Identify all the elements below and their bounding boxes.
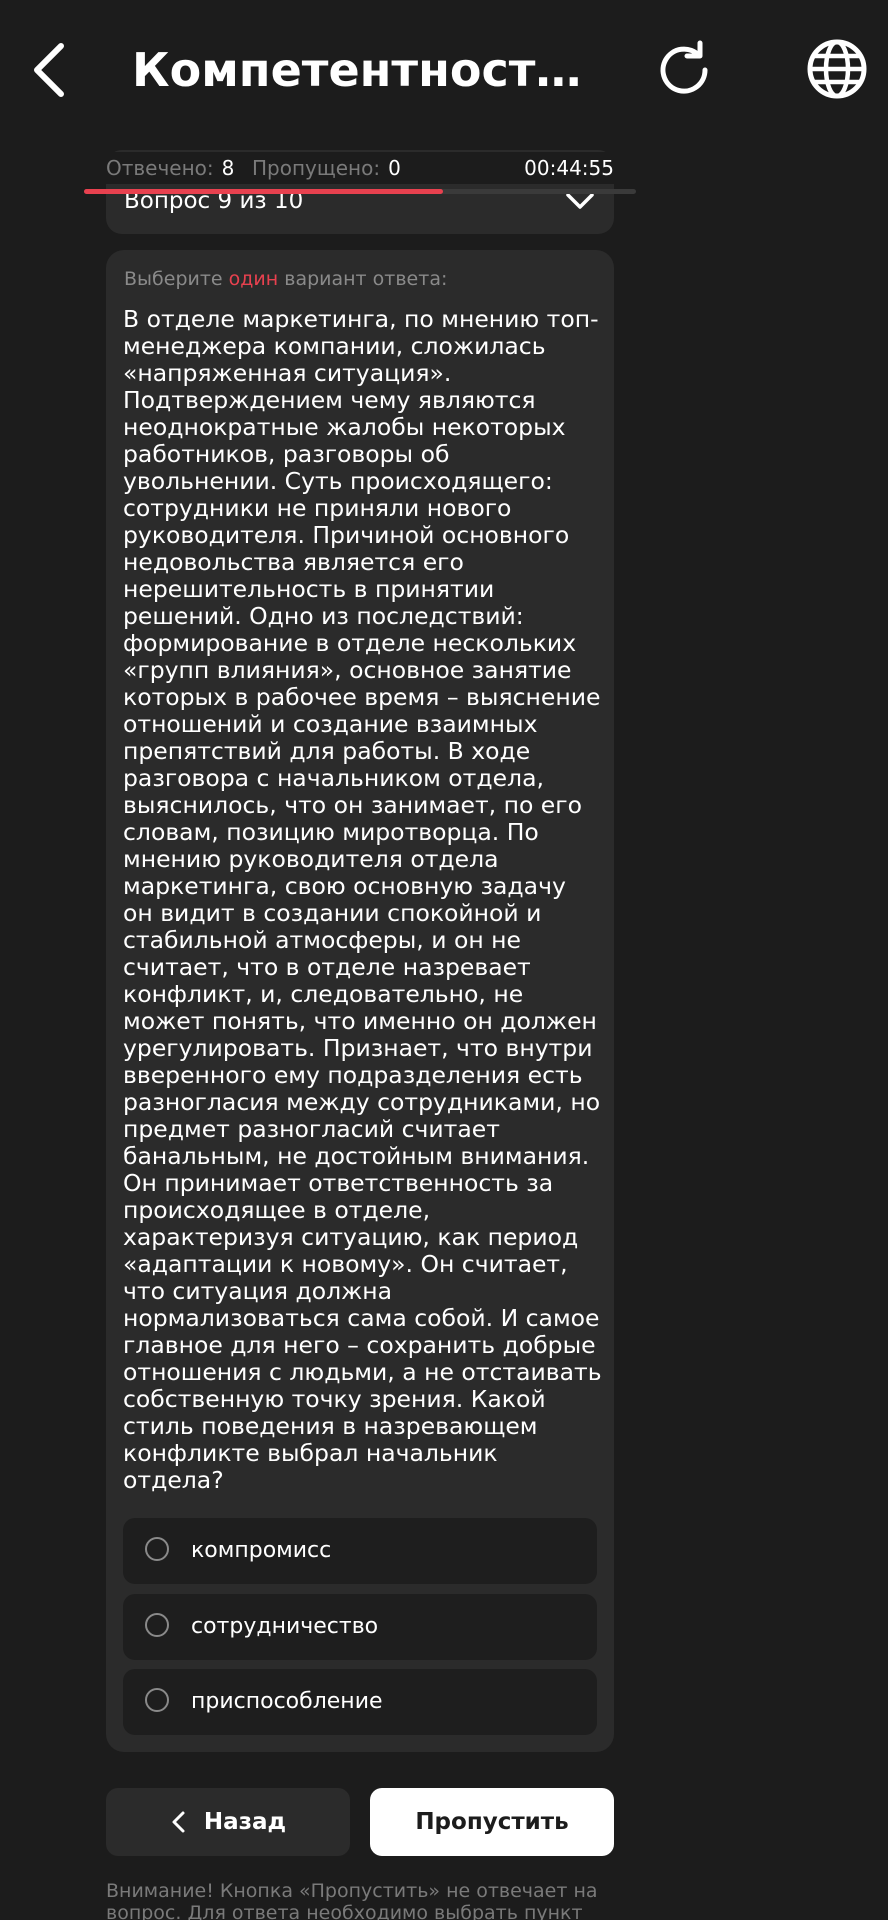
timer: 00:44:55 bbox=[524, 156, 614, 180]
skip-button-label: Пропустить bbox=[415, 1809, 569, 1835]
question-card: Выберите один вариант ответа: В отделе м… bbox=[106, 250, 614, 1752]
answer-option-label: компромисс bbox=[191, 1538, 332, 1563]
progress-stats: Отвечено: 8 Пропущено: 0 00:44:55 bbox=[106, 152, 614, 184]
skipped-label: Пропущено: bbox=[252, 156, 381, 180]
question-text: В отделе маркетинга, по мнению топ-менед… bbox=[123, 305, 602, 1494]
instruction-accent: один bbox=[228, 268, 279, 290]
radio-icon[interactable] bbox=[145, 1688, 169, 1712]
skip-button[interactable]: Пропустить bbox=[370, 1788, 614, 1856]
progress-bar-fill bbox=[84, 189, 443, 194]
page-title: Компетентностны... bbox=[132, 43, 592, 97]
test-screen: Компетентностны... Вопрос 9 из 10 Отв bbox=[0, 0, 888, 1920]
chevron-left-icon bbox=[172, 1811, 185, 1833]
answer-option[interactable]: приспособление bbox=[123, 1669, 597, 1735]
answer-option-label: сотрудничество bbox=[191, 1614, 379, 1639]
globe-icon bbox=[807, 39, 867, 99]
refresh-button[interactable] bbox=[644, 30, 724, 110]
language-button[interactable] bbox=[796, 28, 878, 110]
radio-icon[interactable] bbox=[145, 1537, 169, 1561]
refresh-icon bbox=[660, 40, 708, 94]
answer-option[interactable]: сотрудничество bbox=[123, 1594, 597, 1660]
radio-icon[interactable] bbox=[145, 1613, 169, 1637]
answered-label: Отвечено: bbox=[106, 156, 214, 180]
skipped-stat: Пропущено: 0 bbox=[252, 152, 401, 184]
instruction-prefix: Выберите bbox=[124, 268, 229, 290]
answer-option[interactable]: компромисс bbox=[123, 1518, 597, 1584]
answered-value: 8 bbox=[221, 156, 235, 180]
header: Компетентностны... bbox=[0, 0, 888, 140]
progress-bar bbox=[84, 189, 636, 194]
back-button[interactable]: Назад bbox=[106, 1788, 350, 1856]
chevron-left-icon bbox=[34, 43, 64, 97]
answer-option-label: приспособление bbox=[191, 1689, 383, 1714]
answer-instruction: Выберите один вариант ответа: bbox=[124, 266, 447, 292]
instruction-suffix: вариант ответа: bbox=[278, 268, 448, 290]
skipped-value: 0 bbox=[388, 156, 401, 180]
back-button-label: Назад bbox=[203, 1809, 287, 1835]
skip-notice: Внимание! Кнопка «Пропустить» не отвечае… bbox=[106, 1880, 598, 1920]
answered-stat: Отвечено: 8 bbox=[106, 152, 234, 184]
back-nav-button[interactable] bbox=[14, 30, 84, 110]
